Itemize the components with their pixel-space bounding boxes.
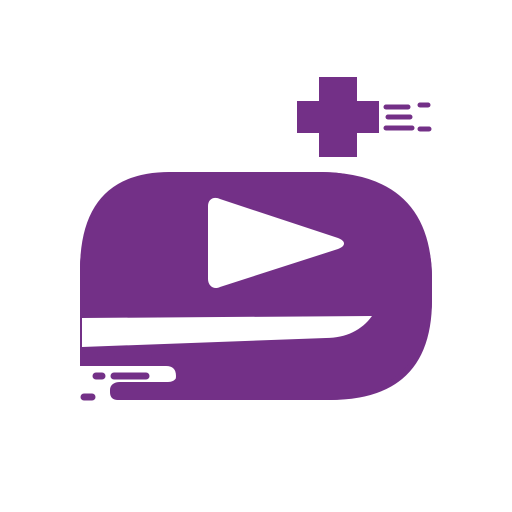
app-icon-canvas <box>0 0 512 512</box>
play-plus-logo-icon <box>80 77 432 401</box>
plus-speed-lines <box>383 102 432 132</box>
plus-icon <box>297 77 379 157</box>
